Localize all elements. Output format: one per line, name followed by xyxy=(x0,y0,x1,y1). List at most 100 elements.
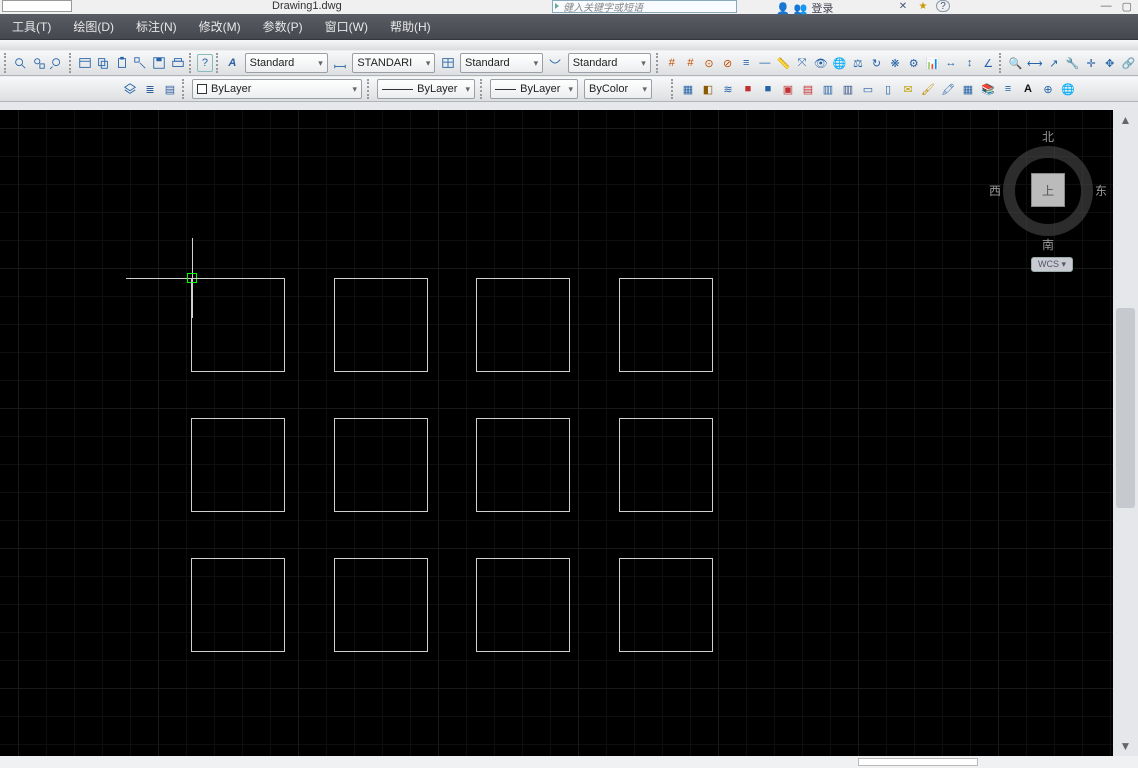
textstyle-icon[interactable]: A xyxy=(224,54,241,72)
command-input[interactable] xyxy=(858,758,978,766)
viewcube-south[interactable]: 南 xyxy=(993,236,1103,253)
plus-circle-icon[interactable]: ⊕ xyxy=(1039,80,1057,98)
menu-window[interactable]: 窗口(W) xyxy=(325,18,368,35)
menu-draw[interactable]: 绘图(D) xyxy=(73,18,114,35)
layer-state-icon[interactable]: ▤ xyxy=(161,80,179,98)
linetype-select-2[interactable]: ByLayer ▾ xyxy=(490,79,578,99)
scroll-down-icon[interactable]: ▼ xyxy=(1114,736,1137,756)
scroll-up-icon[interactable]: ▲ xyxy=(1114,110,1137,130)
layers3-icon[interactable]: ≋ xyxy=(719,80,737,98)
text-style-select[interactable]: Standard ▾ xyxy=(245,53,328,73)
dimstyle-icon[interactable] xyxy=(332,54,349,72)
exchange-icon[interactable]: ✕ xyxy=(896,0,910,12)
login-button[interactable]: 👤 👥 登录 xyxy=(776,0,833,16)
mlstyle-icon[interactable] xyxy=(547,54,564,72)
wrench-icon[interactable]: 🔧 xyxy=(1064,54,1081,72)
menu-param[interactable]: 参数(P) xyxy=(263,18,303,35)
toolbar-grip[interactable] xyxy=(182,79,187,99)
wcs-dropdown[interactable]: WCS ▾ xyxy=(1031,257,1073,272)
help-icon[interactable]: ? xyxy=(936,0,950,12)
dim-v-icon[interactable]: ↕ xyxy=(961,54,978,72)
plot-icon[interactable] xyxy=(169,54,186,72)
target-icon[interactable]: ✛ xyxy=(1083,54,1100,72)
layer-select[interactable]: ByLayer ▾ xyxy=(192,79,362,99)
view-icon[interactable]: 👁 xyxy=(812,54,829,72)
save-icon[interactable] xyxy=(151,54,168,72)
match-icon[interactable] xyxy=(132,54,149,72)
window2-icon[interactable]: ▯ xyxy=(879,80,897,98)
app-dropdown[interactable] xyxy=(2,0,72,12)
vertical-scrollbar[interactable]: ▲ ▼ xyxy=(1113,110,1138,756)
grid-icon[interactable]: # xyxy=(664,54,681,72)
link-icon[interactable]: 🔗 xyxy=(1120,54,1137,72)
table-red-icon[interactable]: ▤ xyxy=(799,80,817,98)
toolbar-grip[interactable] xyxy=(367,79,372,99)
paint-icon[interactable]: 🖍 xyxy=(939,80,957,98)
orbit-icon[interactable]: ↻ xyxy=(868,54,885,72)
ml-style-select[interactable]: Standard ▾ xyxy=(568,53,651,73)
block-blue-icon[interactable]: ■ xyxy=(759,80,777,98)
viewcube-north[interactable]: 北 xyxy=(993,128,1103,145)
color-select[interactable]: ByColor ▾ xyxy=(584,79,652,99)
mail-icon[interactable]: ✉ xyxy=(899,80,917,98)
toolbar-grip[interactable] xyxy=(671,79,676,99)
ucs-icon[interactable]: ⤧ xyxy=(794,54,811,72)
chart-icon[interactable]: 📊 xyxy=(924,54,941,72)
col-dark-icon[interactable]: ▥ xyxy=(839,80,857,98)
arrow-icon[interactable]: ↗ xyxy=(1046,54,1063,72)
menu-tools[interactable]: 工具(T) xyxy=(12,18,51,35)
viewcube-top-face[interactable]: 上 xyxy=(1031,173,1065,207)
dim-linear-icon[interactable]: ⟷ xyxy=(1026,54,1044,72)
menu-help[interactable]: 帮助(H) xyxy=(390,18,431,35)
menu-dim[interactable]: 标注(N) xyxy=(136,18,177,35)
insert-icon[interactable]: ▣ xyxy=(779,80,797,98)
viewcube-west[interactable]: 西 xyxy=(989,182,1001,199)
tablestyle-icon[interactable] xyxy=(439,54,456,72)
globe-icon[interactable]: 🌐 xyxy=(831,54,848,72)
col-blue-icon[interactable]: ▥ xyxy=(819,80,837,98)
list-icon[interactable]: ≡ xyxy=(999,80,1017,98)
dim-a-icon[interactable]: ∠ xyxy=(980,54,997,72)
scale-icon[interactable]: ⚖ xyxy=(850,54,867,72)
copy-icon[interactable] xyxy=(95,54,112,72)
zoom-prev-icon[interactable] xyxy=(49,54,66,72)
hatch-icon[interactable]: ▦ xyxy=(679,80,697,98)
brush-icon[interactable]: 🖌 xyxy=(919,80,937,98)
gear-icon[interactable]: ⚙ xyxy=(905,54,922,72)
search-input[interactable]: 健入关键字或短语 xyxy=(552,0,737,13)
move-icon[interactable]: ✥ xyxy=(1101,54,1118,72)
block-red-icon[interactable]: ■ xyxy=(739,80,757,98)
question-icon[interactable]: ? xyxy=(197,54,214,72)
scroll-thumb[interactable] xyxy=(1116,308,1135,508)
dim-style-select[interactable]: STANDARI ▾ xyxy=(352,53,435,73)
snap-icon[interactable]: # xyxy=(682,54,699,72)
view-cube[interactable]: 北 上 西 东 南 xyxy=(993,116,1103,246)
layer-props-icon[interactable] xyxy=(76,54,93,72)
drawing-canvas[interactable]: 北 上 西 东 南 WCS ▾ xyxy=(0,110,1113,756)
layer-icon[interactable] xyxy=(121,80,139,98)
maximize-button[interactable]: ▢ xyxy=(1122,0,1132,13)
minimize-button[interactable]: — xyxy=(1101,0,1112,13)
dim-h-icon[interactable]: ↔ xyxy=(943,54,960,72)
zoom-extents-icon[interactable] xyxy=(12,54,29,72)
viewcube-east[interactable]: 东 xyxy=(1095,182,1107,199)
window-icon[interactable]: ▭ xyxy=(859,80,877,98)
rule-icon[interactable]: — xyxy=(757,54,774,72)
tree-icon[interactable]: ❋ xyxy=(887,54,904,72)
toolbar-grip[interactable] xyxy=(480,79,485,99)
scroll-track[interactable] xyxy=(1113,130,1138,736)
gradient-icon[interactable]: ◧ xyxy=(699,80,717,98)
toolbar-grip[interactable] xyxy=(69,53,74,73)
zoom-in-icon[interactable]: 🔍 xyxy=(1007,54,1024,72)
menu-modify[interactable]: 修改(M) xyxy=(199,18,241,35)
text-a-icon[interactable]: A xyxy=(1019,80,1037,98)
align-icon[interactable]: ≡ xyxy=(738,54,755,72)
polar-icon[interactable]: ⊘ xyxy=(719,54,736,72)
osnap-icon[interactable]: ⊙ xyxy=(701,54,718,72)
toolbar-grip[interactable] xyxy=(4,53,9,73)
toolbar-grip[interactable] xyxy=(656,53,661,73)
toolbar-grip[interactable] xyxy=(216,53,221,73)
linetype-select-1[interactable]: ByLayer ▾ xyxy=(377,79,475,99)
table-style-select[interactable]: Standard ▾ xyxy=(460,53,543,73)
measure-icon[interactable]: 📏 xyxy=(775,54,792,72)
